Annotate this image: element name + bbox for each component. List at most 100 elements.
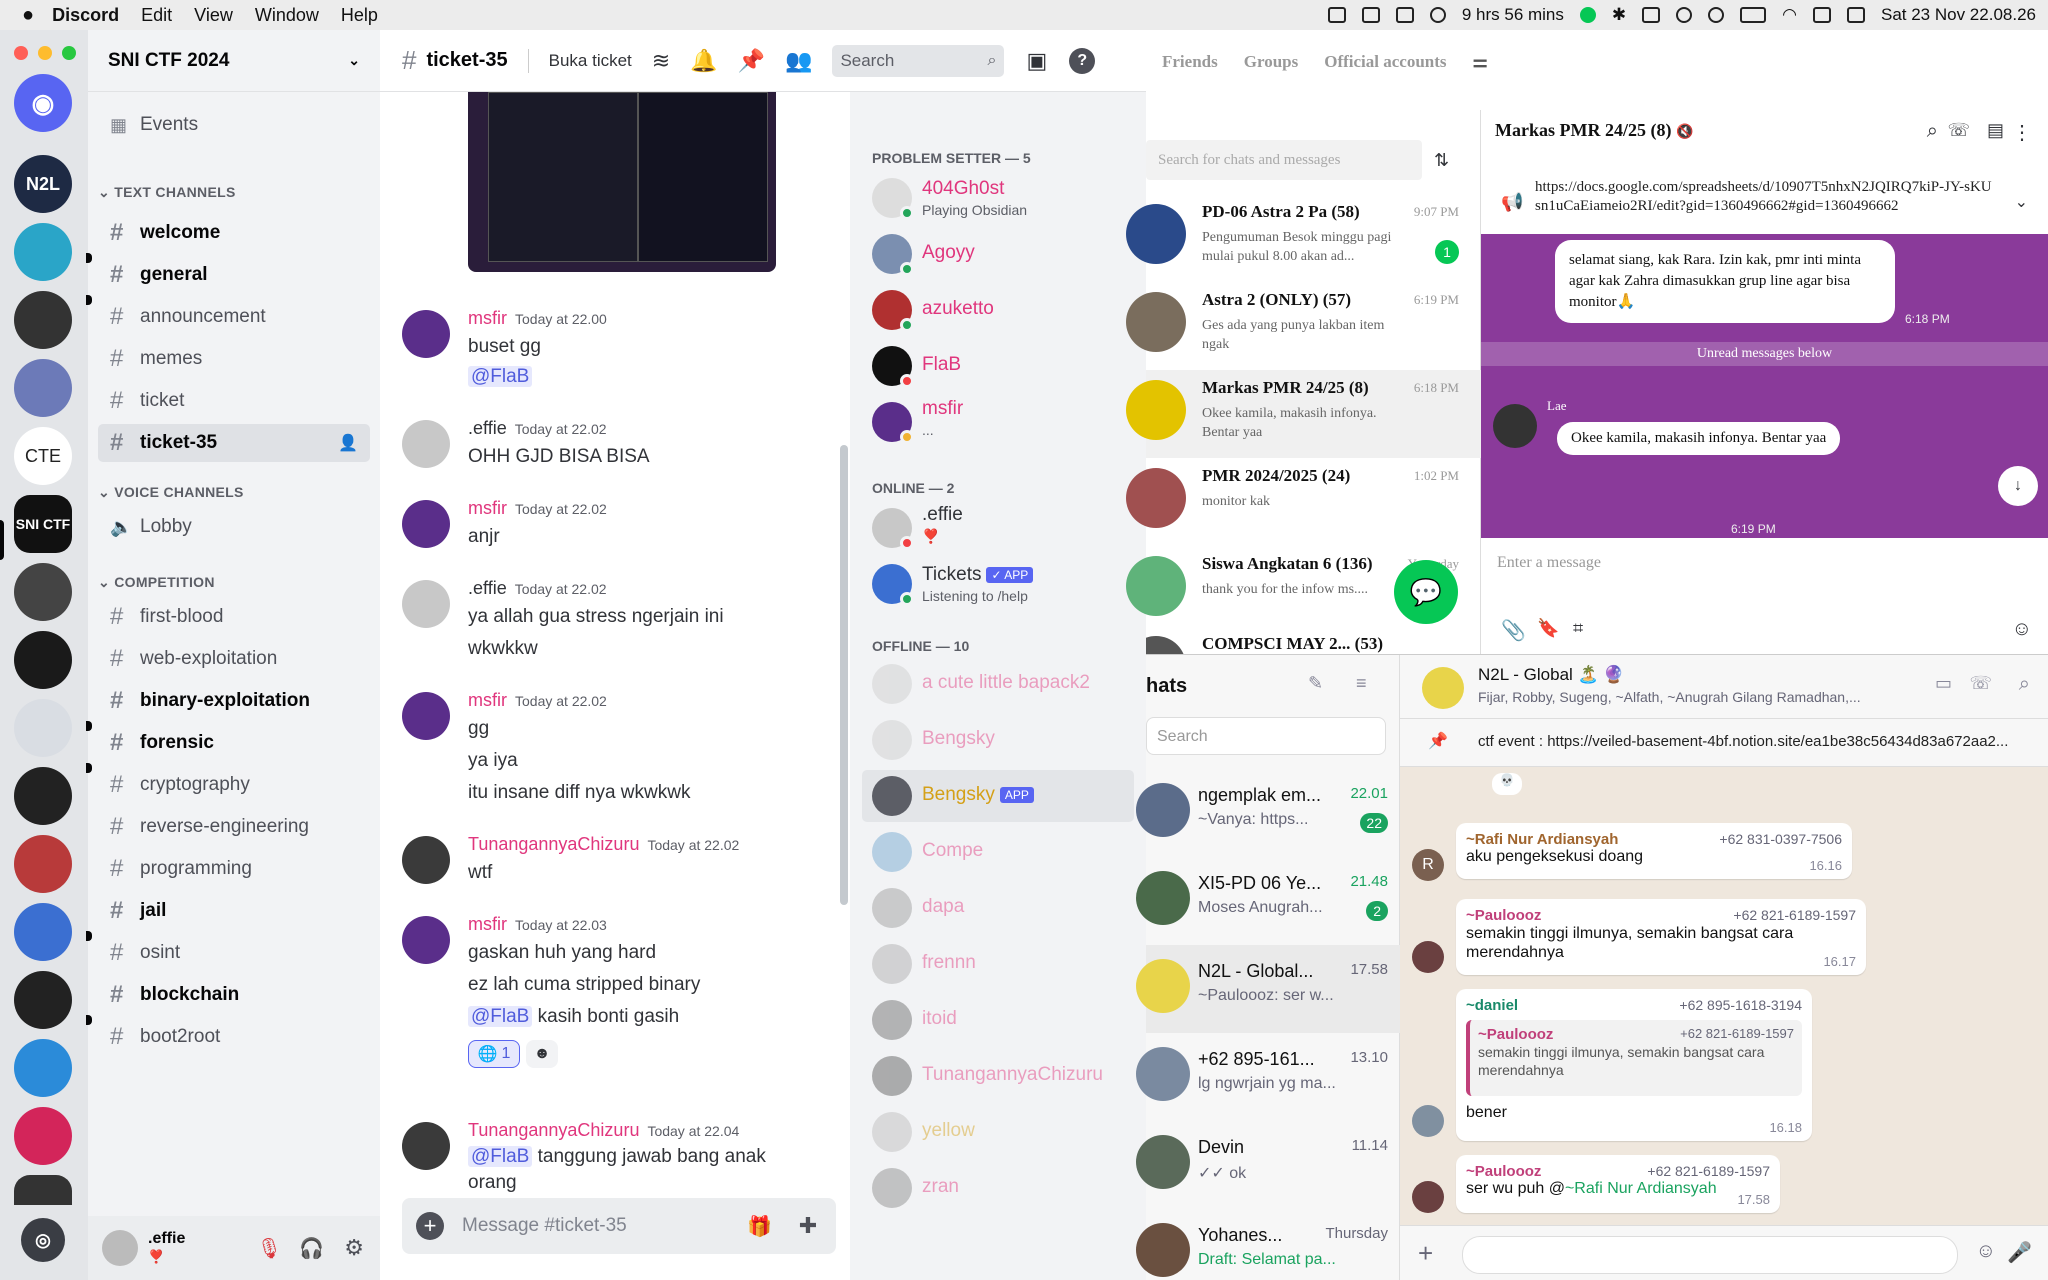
channel-osint[interactable]: # osint <box>98 934 370 972</box>
author-name[interactable]: msfir <box>468 498 507 518</box>
channel-programming[interactable]: # programming <box>98 850 370 888</box>
guild-8[interactable] <box>14 631 72 689</box>
threads-icon[interactable]: ≋ <box>652 48 670 74</box>
play-icon[interactable] <box>1708 7 1725 23</box>
screen-icon[interactable] <box>1361 7 1380 23</box>
category-voice-channels[interactable]: ⌄ VOICE CHANNELS <box>98 484 244 501</box>
author-name[interactable]: TunangannyaChizuru <box>468 1120 639 1140</box>
channel-first-blood[interactable]: # first-blood <box>98 598 370 636</box>
channel-ticket[interactable]: # ticket <box>98 382 370 420</box>
guild-n2l[interactable]: N2L <box>14 155 72 213</box>
avatar[interactable] <box>402 420 450 468</box>
tab-friends[interactable]: Friends <box>1162 52 1218 72</box>
member-item[interactable]: Bengsky APP <box>862 770 1134 822</box>
member-item[interactable]: TunangannyaChizuru <box>862 1050 1134 1102</box>
channel-welcome[interactable]: # welcome <box>98 214 370 252</box>
author-name[interactable]: msfir <box>468 308 507 328</box>
message-mention[interactable]: @FlaB <box>468 366 533 388</box>
mention-flab[interactable]: @FlaB <box>468 1146 533 1167</box>
message-author[interactable]: TunangannyaChizuru Today at 22.02 <box>468 834 739 855</box>
user-icon[interactable] <box>1676 7 1693 23</box>
minimize-window-button[interactable] <box>38 46 52 60</box>
menu-window[interactable]: Window <box>255 5 319 26</box>
guild-9[interactable] <box>14 699 72 757</box>
member-item[interactable]: Compe <box>862 826 1134 878</box>
notification-icon[interactable] <box>1642 7 1661 23</box>
line-chat-item[interactable]: PMR 2024/2025 (24) monitor kak 1:02 PM <box>1126 458 1481 546</box>
category-competition[interactable]: ⌄ COMPETITION <box>98 574 215 591</box>
author-name[interactable]: msfir <box>468 914 507 934</box>
members-icon[interactable]: 👥 <box>785 48 812 74</box>
search-icon[interactable]: ⌕ <box>2019 673 2030 696</box>
sort-icon[interactable]: ⇅ <box>1434 150 1449 171</box>
avatar[interactable] <box>102 1230 138 1266</box>
wa-chat-item[interactable]: Devin ✓✓ ok 11.14 <box>1136 1121 1400 1209</box>
guild-sni-ctf[interactable]: SNI CTF <box>14 495 72 553</box>
message-input[interactable]: Message #ticket-35 <box>462 1215 627 1237</box>
wa-chat-item[interactable]: Yohanes... Draft: Selamat pa... Thursday <box>1136 1209 1400 1280</box>
avatar-initial[interactable]: R <box>1412 849 1444 881</box>
line-chat-item[interactable]: COMPSCI MAY 2... (53) <box>1146 626 1481 654</box>
member-item[interactable]: dapa <box>862 882 1134 934</box>
guild-3[interactable] <box>14 291 72 349</box>
wa-chat-item[interactable]: N2L - Global... ~Pauloooz: ser w... 17.58 <box>1136 945 1400 1033</box>
add-attachment-icon[interactable]: + <box>416 1212 444 1240</box>
wa-chat-item[interactable]: +62 895-161... lg ngwrjain yg ma... 13.10 <box>1136 1033 1400 1121</box>
avatar[interactable] <box>1412 941 1444 973</box>
zoom-window-button[interactable] <box>62 46 76 60</box>
line-tray-icon[interactable] <box>1579 7 1596 23</box>
line-search-input[interactable]: Search for chats and messages <box>1146 140 1422 180</box>
channel-reverse-engineering[interactable]: # reverse-engineering <box>98 808 370 846</box>
emoji-icon[interactable]: ☺ <box>2012 618 2032 641</box>
line-chat-item[interactable]: Astra 2 (ONLY) (57) Ges ada yang punya la… <box>1126 282 1481 370</box>
attach-icon[interactable]: 📎 <box>1501 618 1526 643</box>
wa-chat-item[interactable]: XI5-PD 06 Ye... Moses Anugrah... 21.48 2 <box>1136 857 1400 945</box>
avatar[interactable] <box>402 580 450 628</box>
member-item[interactable]: Tickets ✓ APP Listening to /help <box>862 558 1134 610</box>
author-name[interactable]: TunangannyaChizuru <box>468 834 639 854</box>
avatar[interactable] <box>1412 1105 1444 1137</box>
channel-jail[interactable]: # jail <box>98 892 370 930</box>
mention-flab[interactable]: @FlaB <box>468 366 533 387</box>
avatar[interactable] <box>402 500 450 548</box>
avatar[interactable] <box>402 916 450 964</box>
channel-binary-exploitation[interactable]: # binary-exploitation <box>98 682 370 720</box>
guild-15[interactable] <box>14 1107 72 1165</box>
events-item[interactable]: ▦ Events <box>98 106 370 144</box>
message-author[interactable]: msfir Today at 22.03 <box>468 914 607 935</box>
crop-icon[interactable]: ⌗ <box>1573 618 1583 639</box>
pin-icon[interactable]: 📌 <box>738 48 765 74</box>
wa-message-input[interactable] <box>1462 1236 1958 1274</box>
microphone-icon[interactable]: 🎤 <box>2007 1240 2032 1265</box>
attached-image[interactable] <box>468 92 776 272</box>
member-item[interactable]: .effie ❣️ <box>862 502 1134 554</box>
member-item[interactable]: Agoyy <box>862 228 1134 280</box>
search-icon[interactable]: ⌕ <box>1927 120 1938 143</box>
member-item[interactable]: 404Gh0st Playing Obsidian <box>862 172 1134 224</box>
wifi-icon[interactable]: ◠ <box>1782 5 1797 25</box>
datetime[interactable]: Sat 23 Nov 22.08.26 <box>1881 5 2036 25</box>
channel-cryptography[interactable]: # cryptography <box>98 766 370 804</box>
voice-lobby[interactable]: 🔈 Lobby <box>98 508 370 546</box>
discover-icon[interactable]: ◎ <box>21 1218 65 1262</box>
menu-help[interactable]: Help <box>341 5 378 26</box>
author-name[interactable]: .effie <box>468 578 507 598</box>
channel-boot2root[interactable]: # boot2root <box>98 1018 370 1056</box>
message-author[interactable]: .effie Today at 22.02 <box>468 418 607 439</box>
reaction[interactable]: 🌐 1 <box>468 1040 520 1068</box>
scroll-down-button[interactable]: ↓ <box>1998 466 2038 506</box>
avatar[interactable] <box>402 1122 450 1170</box>
menu-view[interactable]: View <box>194 5 233 26</box>
line-chat-item[interactable]: Markas PMR 24/25 (8) Okee kamila, makasih… <box>1126 370 1481 458</box>
channel-ticket-35[interactable]: # ticket-35 👤 <box>98 424 370 462</box>
filter-icon[interactable]: ≡ <box>1356 673 1367 694</box>
chevron-down-icon[interactable]: ⌄ <box>2015 192 2028 212</box>
category-text-channels[interactable]: ⌄ TEXT CHANNELS <box>98 184 236 201</box>
notes-icon[interactable]: ▤ <box>1987 120 2004 141</box>
line-message-input[interactable]: Enter a message <box>1497 554 1601 572</box>
author-name[interactable]: .effie <box>468 418 507 438</box>
more-icon[interactable]: ⋮ <box>2012 120 2032 145</box>
scrollbar[interactable] <box>840 445 848 905</box>
plus-icon[interactable]: + <box>1418 1238 1433 1269</box>
member-item[interactable]: zran <box>862 1162 1134 1214</box>
